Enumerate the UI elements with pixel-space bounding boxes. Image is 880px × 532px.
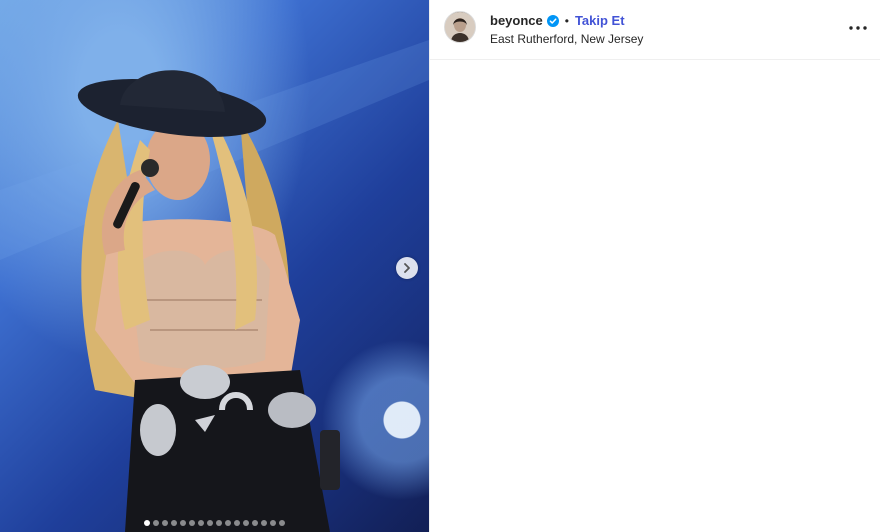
carousel-dot xyxy=(225,520,231,526)
carousel-dot xyxy=(144,520,150,526)
carousel-dot xyxy=(180,520,186,526)
carousel-dot xyxy=(216,520,222,526)
instagram-post: beyonce • Takip Et East Rutherford, New … xyxy=(0,0,880,532)
carousel-dot xyxy=(207,520,213,526)
carousel-dot xyxy=(153,520,159,526)
carousel-dot xyxy=(243,520,249,526)
photo-illustration xyxy=(0,40,429,532)
carousel-dot xyxy=(270,520,276,526)
carousel-dot xyxy=(189,520,195,526)
post-side-panel: beyonce • Takip Et East Rutherford, New … xyxy=(429,0,880,532)
carousel-dot xyxy=(171,520,177,526)
post-media[interactable] xyxy=(0,0,429,532)
avatar[interactable] xyxy=(444,10,476,43)
author-meta: beyonce • Takip Et East Rutherford, New … xyxy=(490,13,643,46)
post-header: beyonce • Takip Et East Rutherford, New … xyxy=(430,0,880,60)
more-options-icon xyxy=(849,26,867,30)
carousel-dot xyxy=(234,520,240,526)
verified-badge-icon xyxy=(546,14,559,27)
carousel-dot xyxy=(279,520,285,526)
carousel-dot xyxy=(261,520,267,526)
chevron-right-icon xyxy=(404,263,410,273)
username-link[interactable]: beyonce xyxy=(490,13,543,28)
carousel-dot xyxy=(252,520,258,526)
carousel-dot xyxy=(198,520,204,526)
location-link[interactable]: East Rutherford, New Jersey xyxy=(490,32,643,46)
carousel-indicator xyxy=(0,520,429,526)
carousel-dot xyxy=(162,520,168,526)
follow-button[interactable]: Takip Et xyxy=(575,13,625,28)
more-options-button[interactable] xyxy=(846,16,870,40)
next-slide-button[interactable] xyxy=(396,257,418,279)
separator-bullet: • xyxy=(564,13,569,28)
author-row: beyonce • Takip Et xyxy=(490,13,643,28)
